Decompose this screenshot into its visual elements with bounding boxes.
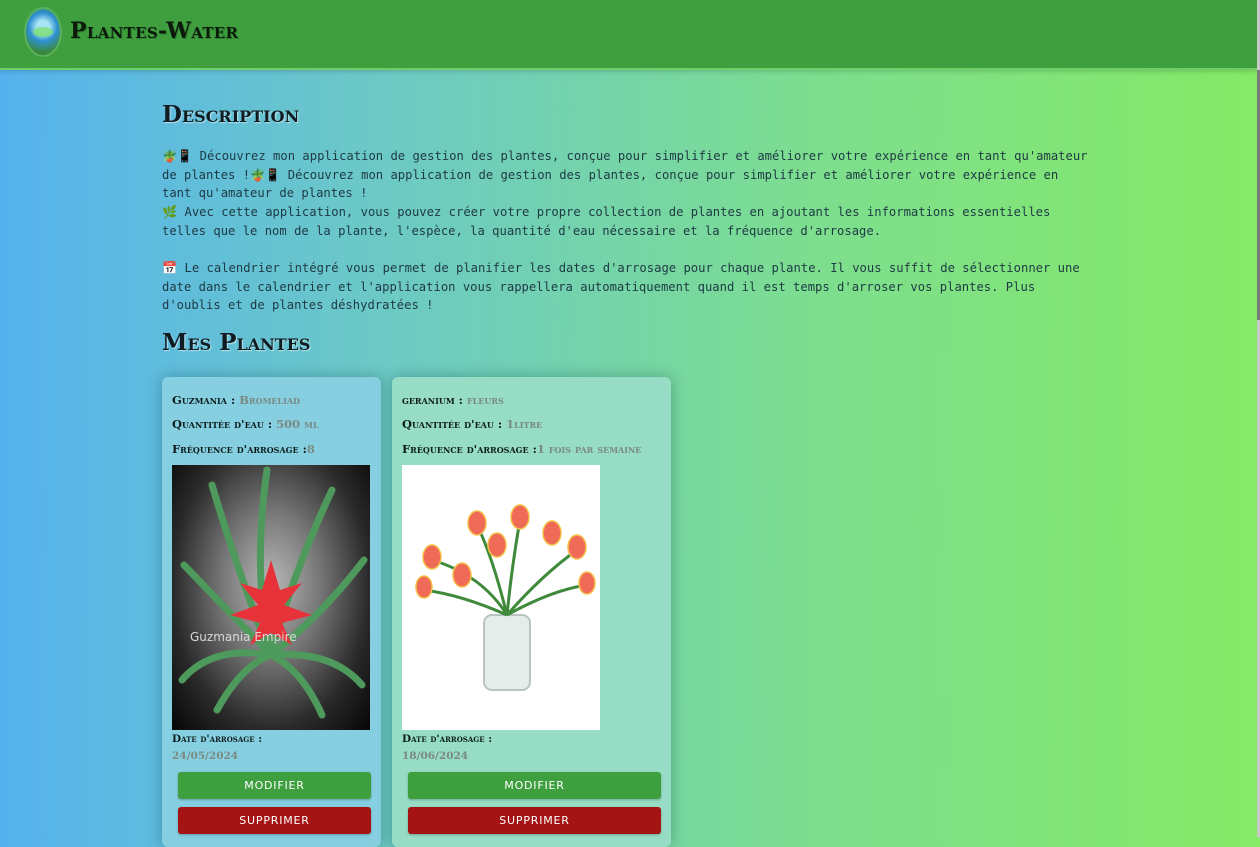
app-header: Plantes-Water xyxy=(0,0,1257,70)
plant-name-line: geranium : fleurs xyxy=(402,393,504,407)
watering-frequency-label: Fréquence d'arrosage : xyxy=(172,442,307,456)
water-quantity-value: 500 ml xyxy=(276,417,319,431)
plant-species: fleurs xyxy=(466,393,504,407)
watering-date-label: Date d'arrosage : xyxy=(172,733,263,745)
bromeliad-illustration: Guzmania Empire xyxy=(178,466,368,719)
watering-date-value: 18/06/2024 xyxy=(402,750,469,762)
watering-frequency-line: Fréquence d'arrosage :1 fois par semaine xyxy=(402,442,641,456)
plant-name: Guzmania : xyxy=(172,393,236,407)
globe-leaf-logo-icon[interactable] xyxy=(24,7,62,57)
plant-card: geranium : fleurs Quantitée d'eau : 1lit… xyxy=(392,377,671,847)
watering-date-label: Date d'arrosage : xyxy=(402,733,493,745)
water-quantity-line: Quantitée d'eau : 500 ml xyxy=(172,417,319,431)
modify-button[interactable]: MODIFIER xyxy=(408,772,661,799)
water-quantity-label: Quantitée d'eau : xyxy=(172,417,273,431)
tulip-bouquet-vase-photo xyxy=(402,465,600,730)
water-quantity-label: Quantitée d'eau : xyxy=(402,417,503,431)
watering-frequency-value: 1 fois par semaine xyxy=(536,442,642,456)
watering-frequency-label: Fréquence d'arrosage : xyxy=(402,442,537,456)
plant-species: Bromeliad xyxy=(239,393,301,407)
plants-section-title: Mes Plantes xyxy=(162,329,311,356)
water-quantity-value: 1litre xyxy=(506,417,543,431)
tulip-illustration xyxy=(415,504,596,691)
plant-name: geranium : xyxy=(402,393,463,407)
water-quantity-line: Quantitée d'eau : 1litre xyxy=(402,417,542,431)
modify-button[interactable]: MODIFIER xyxy=(178,772,371,799)
description-title: Description xyxy=(162,101,300,128)
watering-frequency-line: Fréquence d'arrosage :8 xyxy=(172,442,315,456)
delete-button[interactable]: SUPPRIMER xyxy=(178,807,371,834)
description-paragraph-3: 📅 Le calendrier intégré vous permet de p… xyxy=(162,261,1080,312)
delete-button[interactable]: SUPPRIMER xyxy=(408,807,661,834)
plant-card: Guzmania : Bromeliad Quantitée d'eau : 5… xyxy=(162,377,381,847)
photo-caption: Guzmania Empire xyxy=(190,630,297,644)
description-paragraph-2: 🌿 Avec cette application, vous pouvez cr… xyxy=(162,205,1051,238)
brand-title[interactable]: Plantes-Water xyxy=(70,18,238,44)
description-paragraph-1: 🪴📱 Découvrez mon application de gestion … xyxy=(162,149,1088,200)
plant-name-line: Guzmania : Bromeliad xyxy=(172,393,300,407)
watering-date-value: 24/05/2024 xyxy=(172,750,239,762)
guzmania-bromeliad-photo: Guzmania Empire xyxy=(172,465,370,730)
watering-frequency-value: 8 xyxy=(306,442,315,456)
